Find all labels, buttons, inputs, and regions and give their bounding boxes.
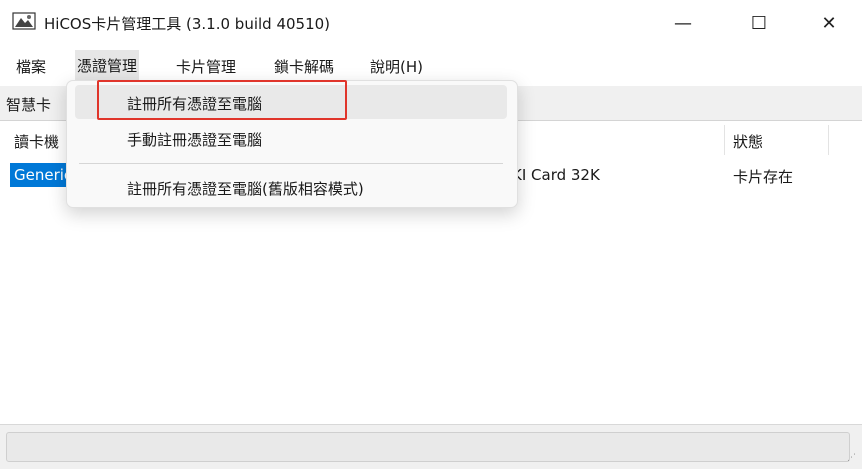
menu-certificate-management[interactable]: 憑證管理	[75, 50, 140, 82]
menu-card-management[interactable]: 卡片管理	[176, 56, 236, 77]
status-bar: ⋰	[0, 424, 862, 469]
menu-item-label: 註冊所有憑證至電腦(舊版相容模式)	[127, 180, 364, 198]
minimize-icon: —	[674, 12, 692, 34]
menu-help[interactable]: 說明(H)	[370, 56, 423, 77]
resize-grip-icon[interactable]: ⋰	[847, 453, 856, 463]
menu-unlock-card[interactable]: 鎖卡解碼	[274, 56, 334, 77]
annotation-highlight	[97, 80, 347, 120]
menu-file[interactable]: 檔案	[16, 56, 46, 77]
cell-card: KI Card 32K	[512, 166, 600, 184]
column-divider	[828, 125, 829, 155]
hicos-app-icon	[12, 12, 36, 30]
window-title: HiCOS卡片管理工具 (3.1.0 build 40510)	[44, 15, 331, 33]
cell-status: 卡片存在	[733, 168, 794, 186]
tab-smartcard[interactable]: 智慧卡	[6, 94, 51, 115]
minimize-button[interactable]: —	[654, 0, 712, 46]
menu-item-manual-register-cert[interactable]: 手動註冊憑證至電腦	[75, 121, 507, 155]
maximize-icon: ☐	[750, 12, 768, 34]
menu-separator	[79, 163, 503, 164]
menu-item-label: 手動註冊憑證至電腦	[127, 131, 263, 149]
column-header-reader[interactable]: 讀卡機	[14, 131, 59, 152]
status-panel	[6, 432, 850, 462]
close-icon: ✕	[821, 12, 837, 34]
menu-item-register-all-certs-legacy[interactable]: 註冊所有憑證至電腦(舊版相容模式)	[75, 170, 507, 204]
title-bar: HiCOS卡片管理工具 (3.1.0 build 40510) — ☐ ✕	[0, 0, 862, 46]
close-button[interactable]: ✕	[800, 0, 858, 46]
maximize-button[interactable]: ☐	[730, 0, 788, 46]
column-divider	[724, 125, 725, 155]
column-header-status[interactable]: 狀態	[733, 131, 763, 152]
